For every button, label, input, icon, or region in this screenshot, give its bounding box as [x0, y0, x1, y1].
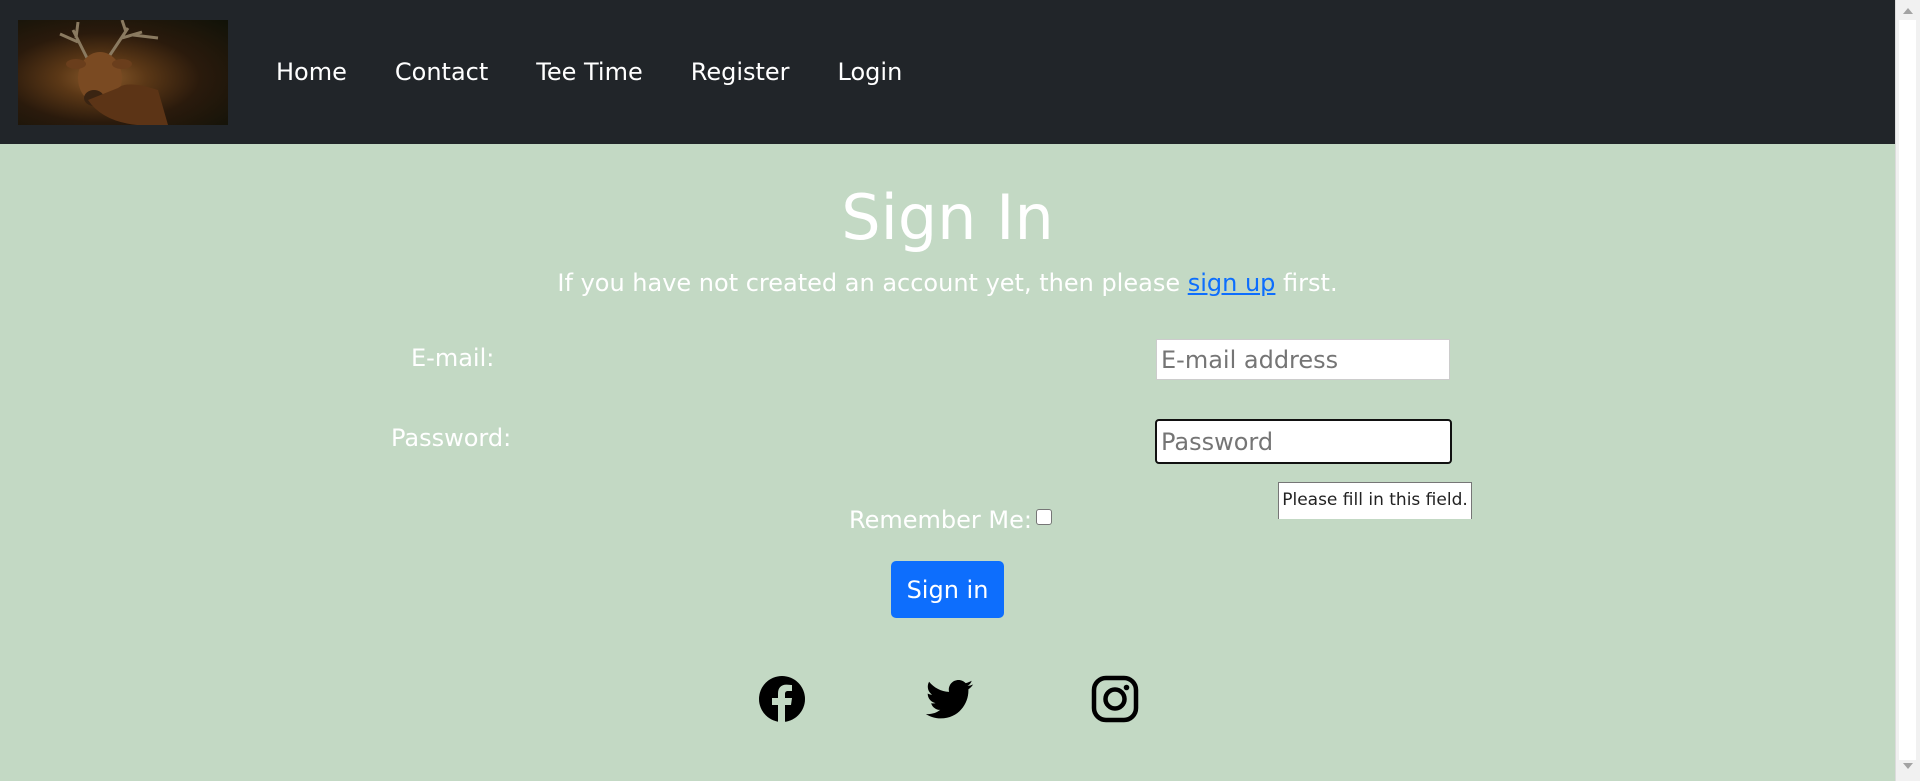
scroll-down-arrow-icon[interactable] — [1903, 763, 1913, 769]
signup-prompt-text: If you have not created an account yet, … — [557, 269, 1188, 297]
nav-contact[interactable]: Contact — [395, 52, 488, 92]
scroll-up-arrow-icon[interactable] — [1903, 8, 1913, 14]
scrollbar-thumb[interactable] — [1899, 20, 1916, 760]
navbar: Home Contact Tee Time Register Login — [0, 0, 1895, 144]
twitter-icon[interactable] — [925, 675, 974, 723]
password-label: Password: — [391, 424, 512, 452]
password-field[interactable] — [1155, 419, 1452, 464]
email-label: E-mail: — [411, 344, 495, 372]
nav-tee-time[interactable]: Tee Time — [536, 52, 642, 92]
sign-in-button[interactable]: Sign in — [891, 561, 1004, 618]
instagram-icon[interactable] — [1091, 675, 1139, 723]
email-field[interactable] — [1156, 339, 1450, 380]
signup-prompt-suffix: first. — [1275, 269, 1338, 297]
vertical-scrollbar[interactable] — [1895, 0, 1920, 781]
nav-links: Home Contact Tee Time Register Login — [276, 52, 950, 92]
nav-home[interactable]: Home — [276, 52, 347, 92]
deer-image — [59, 20, 168, 125]
remember-me-checkbox[interactable] — [1035, 509, 1052, 525]
signup-prompt: If you have not created an account yet, … — [0, 265, 1895, 301]
validation-tooltip: Please fill in this field. — [1278, 482, 1472, 519]
facebook-icon[interactable] — [758, 675, 806, 723]
page-title: Sign In — [841, 181, 1054, 254]
nav-login[interactable]: Login — [838, 52, 903, 92]
remember-me-row: Remember Me: — [849, 502, 1052, 538]
page: Home Contact Tee Time Register Login Sig… — [0, 0, 1920, 781]
signup-link[interactable]: sign up — [1188, 269, 1276, 297]
remember-me-label: Remember Me: — [849, 506, 1032, 534]
logo-image[interactable] — [18, 20, 228, 125]
nav-register[interactable]: Register — [691, 52, 790, 92]
